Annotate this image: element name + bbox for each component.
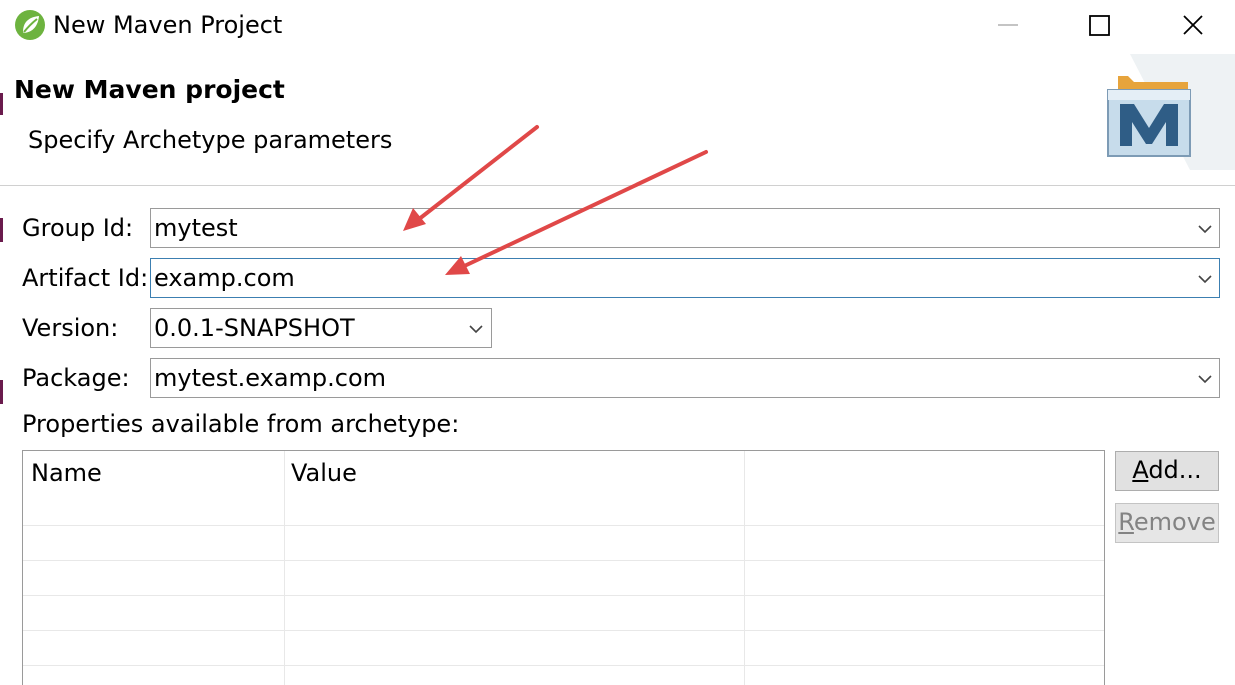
table-row bbox=[23, 525, 1104, 526]
version-label: Version: bbox=[22, 314, 119, 342]
table-row bbox=[23, 665, 1104, 666]
artifact-id-value: examp.com bbox=[154, 264, 295, 292]
package-combo[interactable]: mytest.examp.com bbox=[150, 358, 1220, 398]
chevron-down-icon bbox=[1198, 375, 1212, 384]
table-row bbox=[23, 560, 1104, 561]
close-icon bbox=[1183, 15, 1203, 35]
minimize-icon bbox=[998, 24, 1018, 26]
spring-leaf-icon bbox=[14, 9, 46, 41]
minimize-button[interactable] bbox=[964, 0, 1054, 50]
column-divider bbox=[284, 451, 285, 685]
table-row bbox=[23, 630, 1104, 631]
package-label: Package: bbox=[22, 364, 130, 392]
group-id-value: mytest bbox=[154, 214, 238, 242]
add-label: dd... bbox=[1148, 456, 1202, 484]
table-row bbox=[23, 595, 1104, 596]
wizard-header: New Maven project Specify Archetype para… bbox=[0, 50, 1235, 186]
version-combo[interactable]: 0.0.1-SNAPSHOT bbox=[150, 308, 492, 348]
close-button[interactable] bbox=[1147, 0, 1235, 50]
background-window-edge bbox=[0, 93, 3, 115]
title-bar: New Maven Project bbox=[0, 0, 1235, 50]
page-description: Specify Archetype parameters bbox=[28, 126, 393, 154]
remove-mnemonic: R bbox=[1118, 508, 1134, 536]
chevron-down-icon bbox=[469, 325, 483, 334]
artifact-id-label: Artifact Id: bbox=[22, 264, 149, 292]
add-mnemonic: A bbox=[1132, 456, 1149, 484]
background-window-edge bbox=[0, 218, 3, 242]
add-button[interactable]: Add... bbox=[1115, 451, 1219, 491]
properties-label: Properties available from archetype: bbox=[22, 410, 460, 438]
properties-table[interactable]: Name Value bbox=[22, 450, 1105, 685]
column-header-name[interactable]: Name bbox=[31, 457, 102, 489]
column-divider bbox=[744, 451, 745, 685]
page-title: New Maven project bbox=[14, 75, 285, 104]
chevron-down-icon bbox=[1198, 275, 1212, 284]
remove-button[interactable]: Remove bbox=[1115, 503, 1219, 543]
artifact-id-combo[interactable]: examp.com bbox=[150, 258, 1220, 298]
window-title: New Maven Project bbox=[53, 11, 283, 39]
column-header-value[interactable]: Value bbox=[291, 457, 357, 489]
maven-m-icon bbox=[1090, 52, 1235, 170]
chevron-down-icon bbox=[1198, 225, 1212, 234]
maximize-icon bbox=[1089, 15, 1110, 36]
maximize-button[interactable] bbox=[1055, 0, 1145, 50]
group-id-combo[interactable]: mytest bbox=[150, 208, 1220, 248]
group-id-label: Group Id: bbox=[22, 214, 134, 242]
background-window-edge bbox=[0, 380, 3, 404]
package-value: mytest.examp.com bbox=[154, 364, 387, 392]
remove-label: emove bbox=[1133, 508, 1216, 536]
version-value: 0.0.1-SNAPSHOT bbox=[154, 314, 355, 342]
